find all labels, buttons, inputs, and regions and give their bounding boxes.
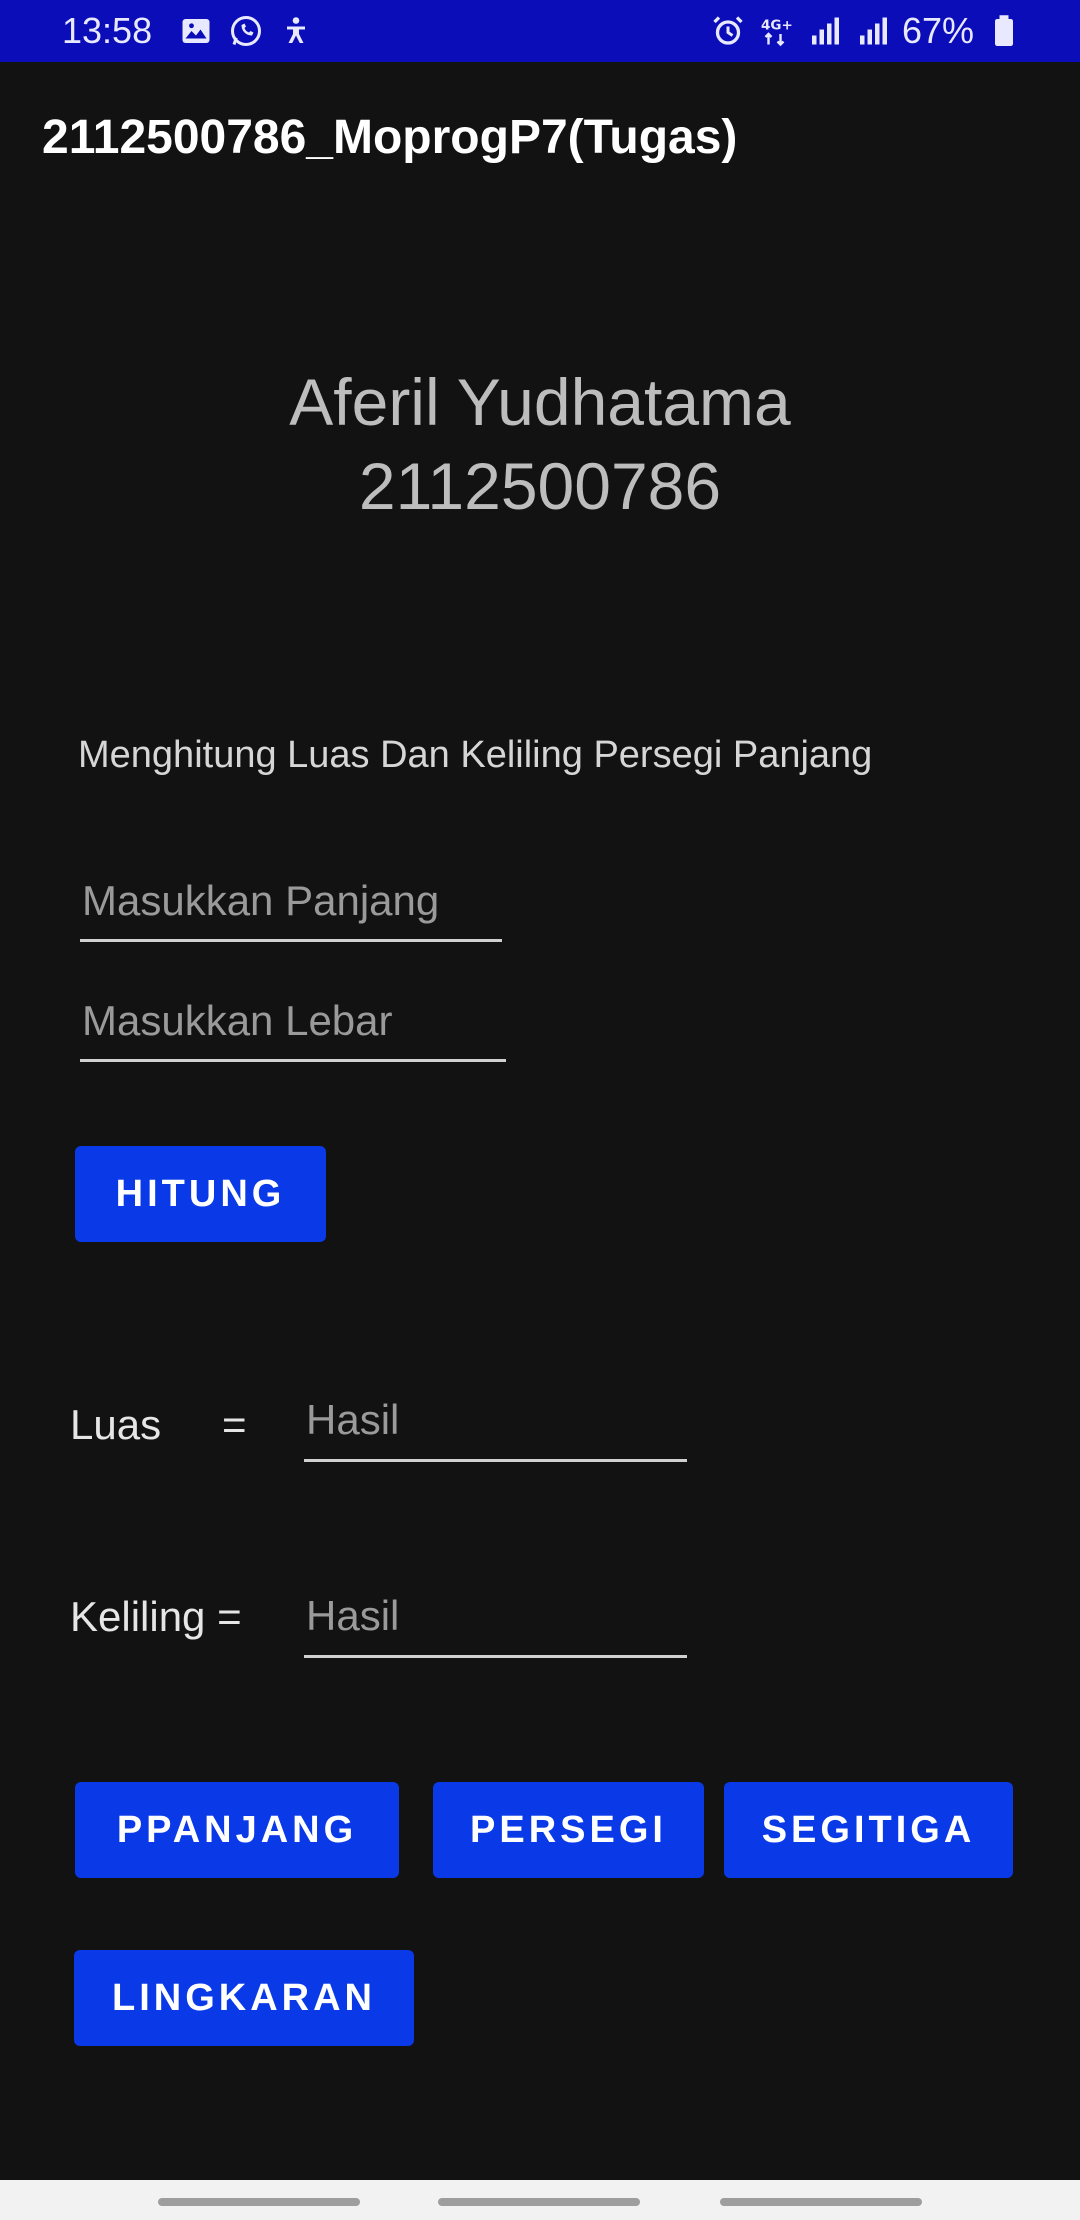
4g-data-icon: 4G+ bbox=[761, 18, 793, 47]
student-name: Aferil Yudhatama bbox=[289, 365, 791, 439]
lingkaran-button[interactable]: LINGKARAN bbox=[74, 1950, 414, 2046]
segitiga-button[interactable]: SEGITIGA bbox=[724, 1782, 1013, 1878]
student-nim: 2112500786 bbox=[358, 449, 722, 523]
student-identity: Aferil Yudhatama 2112500786 bbox=[0, 360, 1080, 528]
luas-label: Luas bbox=[70, 1401, 162, 1448]
accessibility-icon bbox=[287, 17, 305, 43]
ppanjang-button[interactable]: PPANJANG bbox=[75, 1782, 399, 1878]
persegi-button[interactable]: PERSEGI bbox=[433, 1782, 704, 1878]
notification-icons bbox=[178, 13, 314, 49]
panjang-input[interactable] bbox=[80, 872, 502, 942]
keliling-label: Keliling = bbox=[70, 1593, 242, 1640]
whatsapp-icon bbox=[231, 16, 261, 46]
battery-icon bbox=[995, 15, 1013, 46]
system-navigation-bar bbox=[0, 2180, 1080, 2220]
hitung-button[interactable]: HITUNG bbox=[75, 1146, 326, 1242]
signal-icon bbox=[859, 17, 887, 45]
signal-icon bbox=[811, 17, 839, 45]
system-icons: 4G+ 67% bbox=[710, 10, 1022, 52]
home-button[interactable] bbox=[438, 2198, 640, 2206]
alarm-icon bbox=[713, 16, 743, 45]
status-bar: 13:58 4G+ 67% bbox=[0, 0, 1080, 62]
luas-equals: = bbox=[222, 1401, 247, 1448]
app-screen: 13:58 4G+ 67% 2112500786_MoprogP7(Tugas)… bbox=[0, 0, 1080, 2220]
section-subtitle: Menghitung Luas Dan Keliling Persegi Pan… bbox=[78, 734, 873, 776]
status-time: 13:58 bbox=[62, 10, 153, 51]
lebar-input[interactable] bbox=[80, 992, 506, 1062]
svg-text:4G+: 4G+ bbox=[761, 18, 793, 34]
gallery-icon bbox=[182, 19, 210, 43]
back-button[interactable] bbox=[720, 2198, 922, 2206]
battery-percent: 67% bbox=[901, 10, 974, 51]
app-title: 2112500786_MoprogP7(Tugas) bbox=[42, 111, 738, 164]
recents-button[interactable] bbox=[158, 2198, 360, 2206]
luas-result-field[interactable] bbox=[304, 1390, 687, 1462]
keliling-result-field[interactable] bbox=[304, 1586, 687, 1658]
